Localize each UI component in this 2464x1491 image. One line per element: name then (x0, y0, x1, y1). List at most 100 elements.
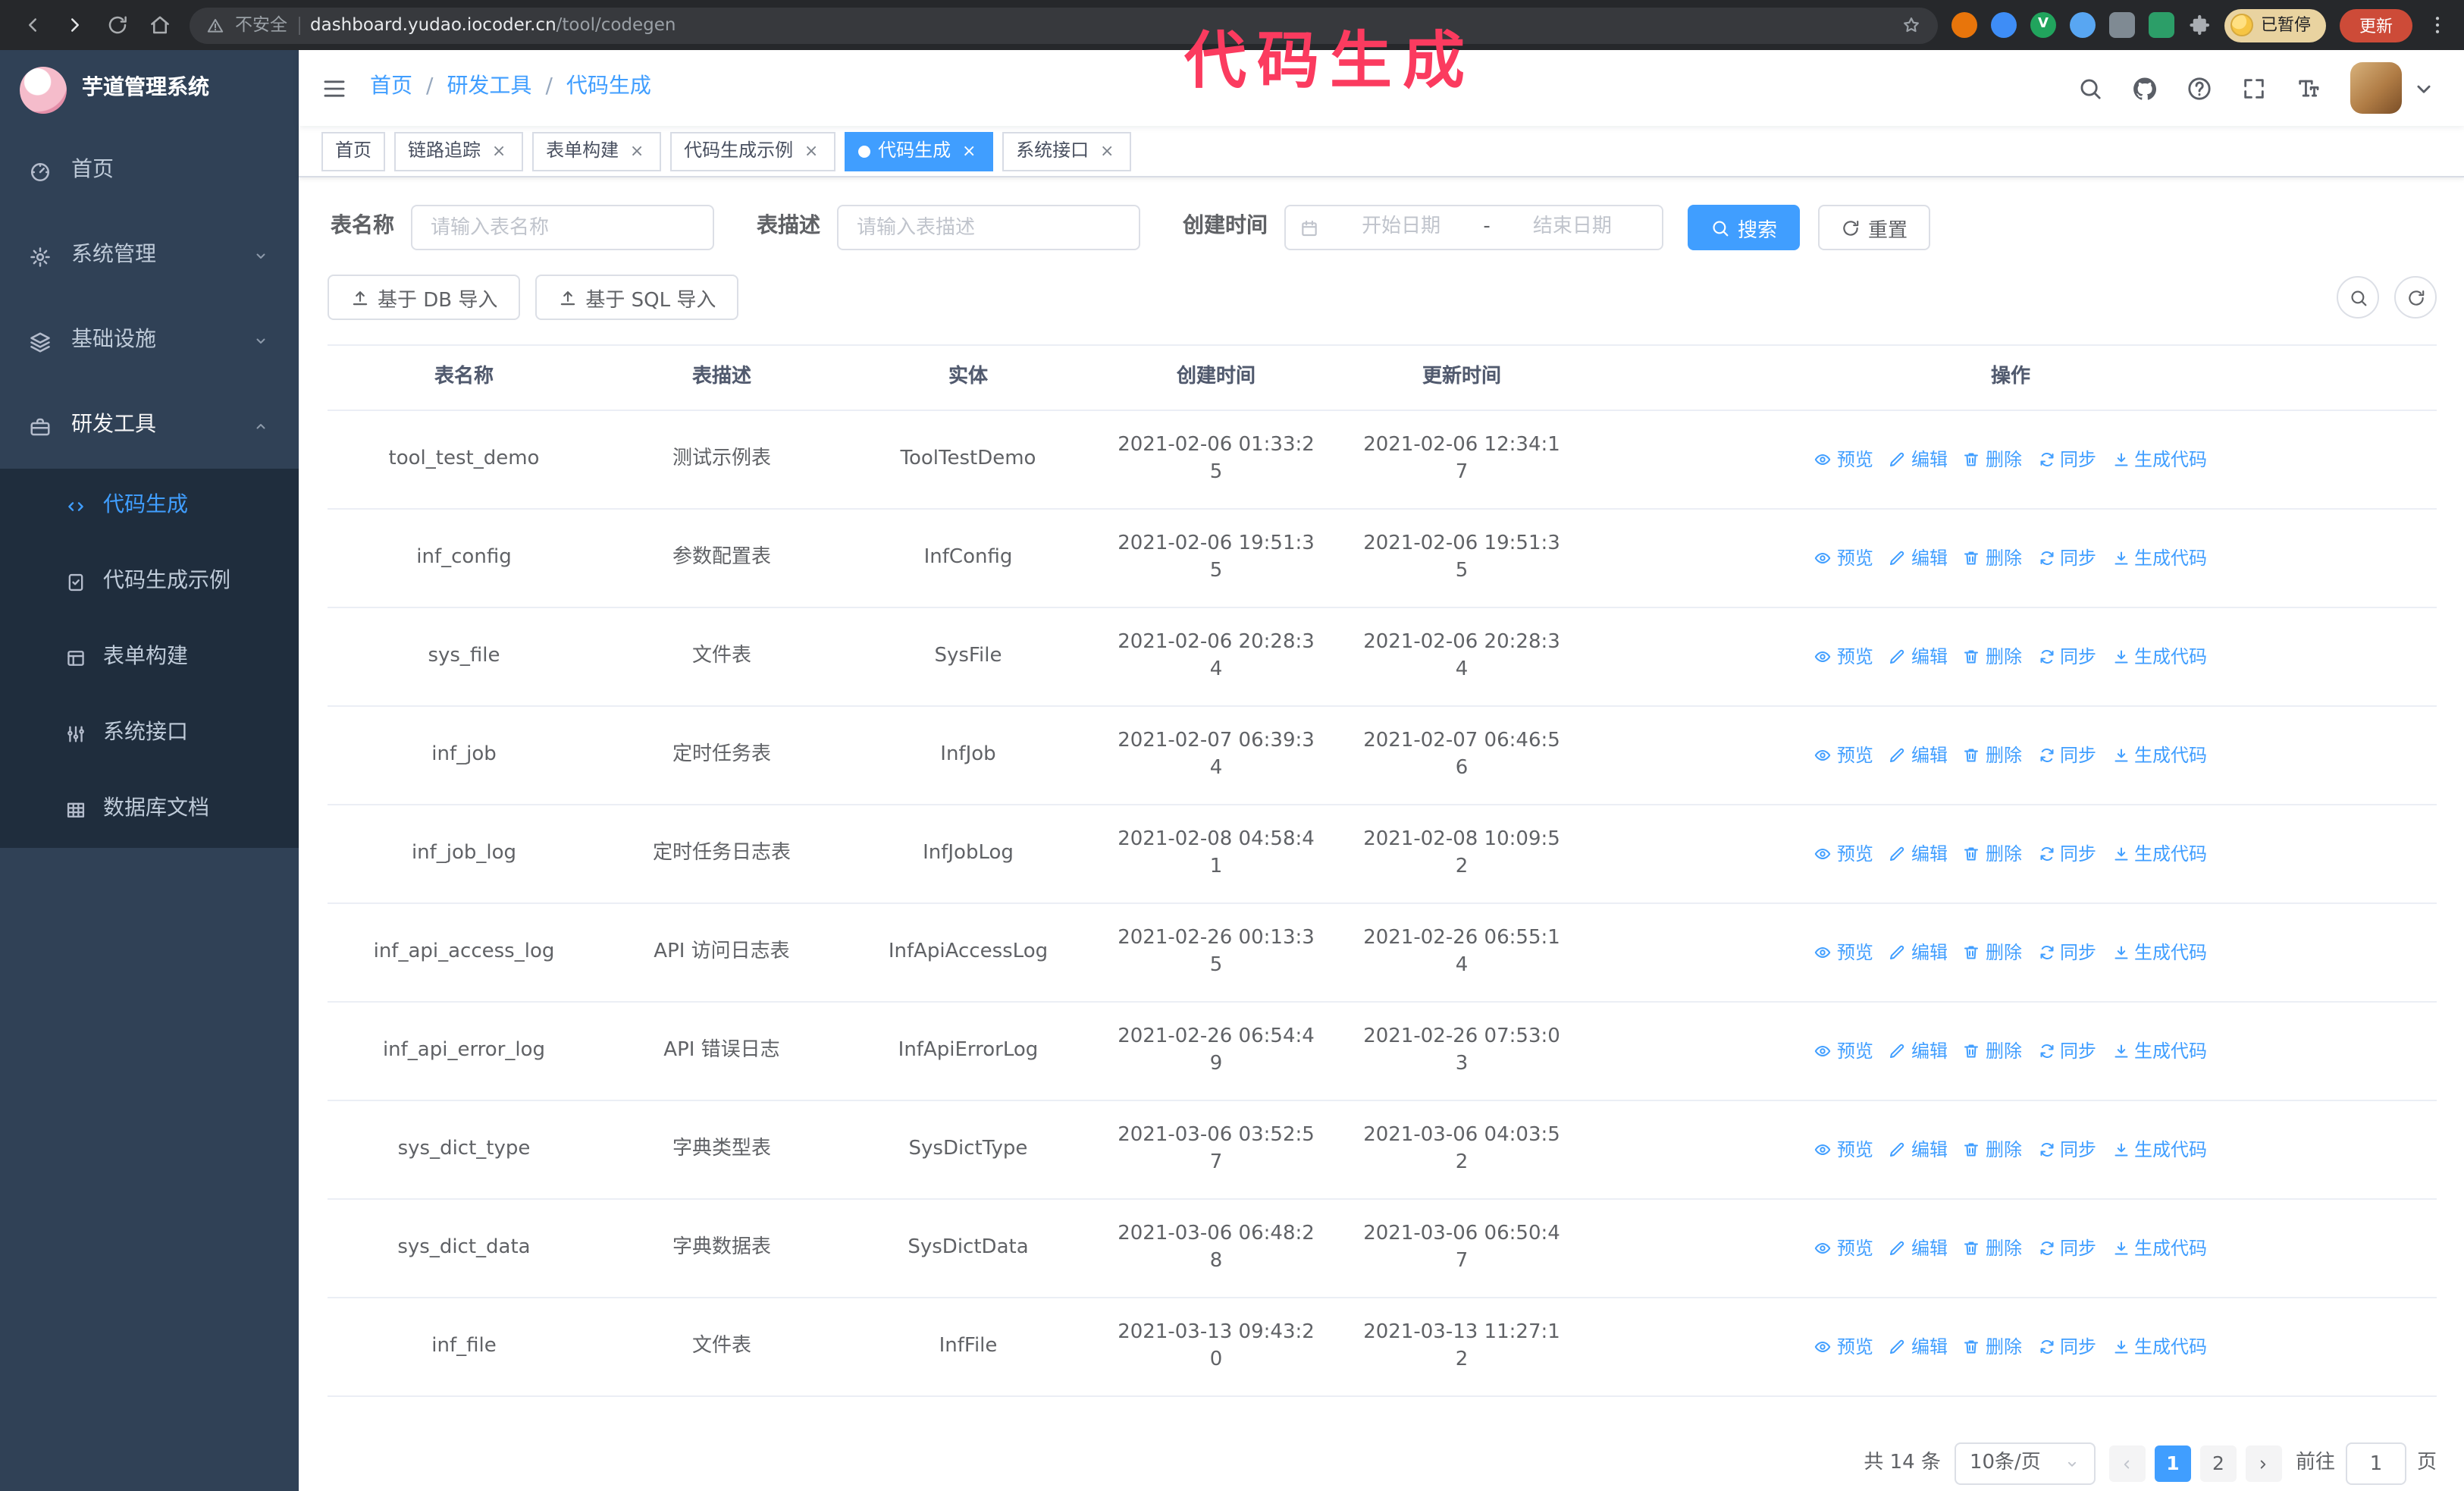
prev-page-button[interactable] (2108, 1445, 2146, 1483)
table-name-input[interactable] (411, 205, 714, 250)
action-preview[interactable]: 预览 (1814, 840, 1873, 868)
toggle-search-button[interactable] (2337, 276, 2379, 319)
next-page-button[interactable] (2245, 1445, 2282, 1483)
action-generate[interactable]: 生成代码 (2111, 643, 2207, 670)
action-sync[interactable]: 同步 (2037, 545, 2096, 572)
extension-icon-puzzle[interactable] (2188, 14, 2211, 36)
action-sync[interactable]: 同步 (2037, 742, 2096, 769)
sidebar-subitem-form-builder[interactable]: 表单构建 (0, 620, 299, 696)
address-bar[interactable]: 不安全 dashboard.yudao.iocoder.cn/tool/code… (190, 7, 1938, 43)
sidebar-item-home[interactable]: 首页 (0, 129, 299, 214)
search-button[interactable]: 搜索 (1688, 205, 1801, 250)
extension-icon-orange[interactable] (1951, 12, 1977, 38)
action-preview[interactable]: 预览 (1814, 939, 1873, 966)
sidebar-item-system-mgmt[interactable]: 系统管理 (0, 214, 299, 299)
action-sync[interactable]: 同步 (2037, 1136, 2096, 1163)
action-edit[interactable]: 编辑 (1889, 1037, 1948, 1065)
action-delete[interactable]: 删除 (1963, 1136, 2022, 1163)
action-preview[interactable]: 预览 (1814, 1037, 1873, 1065)
refresh-table-button[interactable] (2394, 276, 2437, 319)
page-size-select[interactable]: 10条/页 (1954, 1442, 2096, 1486)
column-header[interactable]: 更新时间 (1339, 346, 1585, 410)
goto-page-input[interactable] (2345, 1442, 2406, 1486)
search-icon[interactable] (2077, 75, 2103, 101)
tab-tracer[interactable]: 链路追踪 × (394, 131, 524, 171)
reload-icon[interactable] (100, 8, 133, 42)
action-sync[interactable]: 同步 (2037, 1235, 2096, 1262)
extension-icon-card[interactable] (2109, 12, 2135, 38)
column-header[interactable]: 实体 (843, 346, 1093, 410)
action-preview[interactable]: 预览 (1814, 446, 1873, 473)
extension-icon-people[interactable] (2070, 12, 2096, 38)
action-generate[interactable]: 生成代码 (2111, 1235, 2207, 1262)
action-generate[interactable]: 生成代码 (2111, 939, 2207, 966)
breadcrumb-item[interactable]: 代码生成 (566, 73, 651, 102)
action-delete[interactable]: 删除 (1963, 939, 2022, 966)
action-delete[interactable]: 删除 (1963, 840, 2022, 868)
column-header[interactable]: 表名称 (328, 346, 600, 410)
action-edit[interactable]: 编辑 (1889, 1333, 1948, 1361)
fullscreen-icon[interactable] (2241, 75, 2267, 101)
extension-icon-leaf[interactable] (2149, 12, 2174, 38)
action-generate[interactable]: 生成代码 (2111, 446, 2207, 473)
sidebar-subitem-codegen[interactable]: 代码生成 (0, 469, 299, 545)
import-sql-button[interactable]: 基于 SQL 导入 (535, 275, 739, 320)
action-delete[interactable]: 删除 (1963, 1235, 2022, 1262)
action-delete[interactable]: 删除 (1963, 1333, 2022, 1361)
help-icon[interactable] (2187, 75, 2212, 101)
column-header[interactable]: 操作 (1585, 346, 2437, 410)
action-delete[interactable]: 删除 (1963, 643, 2022, 670)
date-range-picker[interactable]: 开始日期 - 结束日期 (1284, 205, 1663, 250)
action-edit[interactable]: 编辑 (1889, 643, 1948, 670)
action-generate[interactable]: 生成代码 (2111, 840, 2207, 868)
extension-icon-blue[interactable] (1991, 12, 2017, 38)
sidebar-subitem-codegen-example[interactable]: 代码生成示例 (0, 545, 299, 620)
action-delete[interactable]: 删除 (1963, 545, 2022, 572)
sidebar-subitem-db-doc[interactable]: 数据库文档 (0, 772, 299, 848)
action-preview[interactable]: 预览 (1814, 1333, 1873, 1361)
action-sync[interactable]: 同步 (2037, 939, 2096, 966)
home-icon[interactable] (143, 8, 176, 42)
tab-codegen-example[interactable]: 代码生成示例 × (670, 131, 836, 171)
close-icon[interactable]: × (488, 140, 509, 162)
action-edit[interactable]: 编辑 (1889, 1136, 1948, 1163)
github-icon[interactable] (2132, 75, 2158, 101)
action-edit[interactable]: 编辑 (1889, 939, 1948, 966)
action-preview[interactable]: 预览 (1814, 545, 1873, 572)
action-edit[interactable]: 编辑 (1889, 742, 1948, 769)
column-header[interactable]: 表描述 (600, 346, 843, 410)
action-sync[interactable]: 同步 (2037, 1037, 2096, 1065)
breadcrumb-item[interactable]: 研发工具 (447, 73, 531, 102)
sidebar-item-dev-tools[interactable]: 研发工具 (0, 384, 299, 469)
user-menu[interactable] (2350, 62, 2437, 114)
breadcrumb-item[interactable]: 首页 (370, 73, 412, 102)
action-delete[interactable]: 删除 (1963, 446, 2022, 473)
action-sync[interactable]: 同步 (2037, 446, 2096, 473)
profile-paused-badge[interactable]: 已暂停 (2224, 8, 2326, 42)
action-sync[interactable]: 同步 (2037, 840, 2096, 868)
close-icon[interactable]: × (958, 140, 980, 162)
sidebar-subitem-system-api[interactable]: 系统接口 (0, 696, 299, 772)
action-preview[interactable]: 预览 (1814, 1235, 1873, 1262)
font-size-icon[interactable] (2296, 75, 2321, 101)
forward-icon[interactable] (58, 8, 91, 42)
action-generate[interactable]: 生成代码 (2111, 1136, 2207, 1163)
browser-menu-icon[interactable] (2426, 14, 2449, 36)
action-edit[interactable]: 编辑 (1889, 446, 1948, 473)
import-db-button[interactable]: 基于 DB 导入 (328, 275, 521, 320)
close-icon[interactable]: × (1096, 140, 1118, 162)
tab-form-builder[interactable]: 表单构建 × (532, 131, 662, 171)
action-preview[interactable]: 预览 (1814, 742, 1873, 769)
action-edit[interactable]: 编辑 (1889, 840, 1948, 868)
action-generate[interactable]: 生成代码 (2111, 742, 2207, 769)
close-icon[interactable]: × (626, 140, 647, 162)
tab-codegen[interactable]: 代码生成 × (845, 131, 994, 171)
action-generate[interactable]: 生成代码 (2111, 1333, 2207, 1361)
column-header[interactable]: 创建时间 (1093, 346, 1339, 410)
back-icon[interactable] (15, 8, 49, 42)
bookmark-star-icon[interactable] (1901, 15, 1921, 35)
update-button[interactable]: 更新 (2340, 8, 2412, 42)
action-edit[interactable]: 编辑 (1889, 1235, 1948, 1262)
tab-system-api[interactable]: 系统接口 × (1002, 131, 1132, 171)
action-delete[interactable]: 删除 (1963, 1037, 2022, 1065)
